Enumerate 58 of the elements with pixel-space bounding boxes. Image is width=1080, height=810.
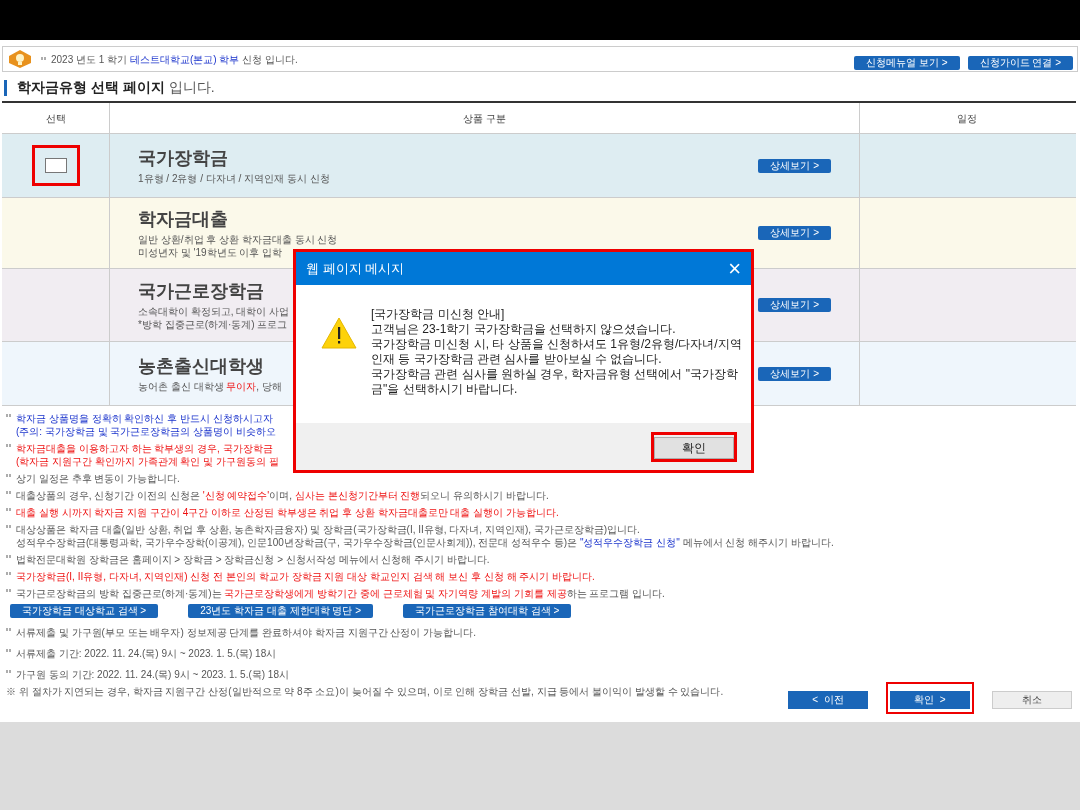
bullet-icon	[6, 649, 12, 655]
link-button[interactable]: 23년도 학자금 대출 제한대학 명단 >	[188, 604, 374, 618]
bullet-icon	[6, 670, 12, 676]
notice-text: 2023 년도 1 학기 테스트대학교(본교) 학부 신청 입니다.	[51, 52, 298, 67]
checkbox[interactable]	[44, 158, 67, 173]
detail-button[interactable]: 상세보기 >	[758, 366, 831, 381]
link-button[interactable]: 신청메뉴얼 보기 >	[854, 56, 960, 70]
dialog-message: [국가장학금 미신청 안내] 고객님은 23-1학기 국가장학금을 선택하지 않으셨습니다. 국가장학금 미신청 시, 타 상품을 신청하셔도 1유형/2유형/다자녀/지역인재 등 국가장학금 관련 심사를 받아보실 수 없습니다. 국가장학금 관련 심사를 원하실 경우, 학자금유형 선택에서 "국가장학금"을 선택하시기 바랍니다.	[371, 307, 743, 398]
footer-button[interactable]: 확인 >	[890, 690, 970, 709]
bullet-icon	[6, 508, 12, 514]
bullet-icon	[6, 474, 12, 480]
note-text: 국가장학금(I, II유형, 다자녀, 지역인재) 신청 전 본인의 학교가 장학금 지원 대상 학교인지 검색 해 보신 후 신청 해 주시기 바랍니다.	[16, 570, 595, 583]
bullet-icon	[6, 444, 12, 450]
footer-button[interactable]: 취소	[992, 690, 1072, 709]
close-button[interactable]: ×	[728, 257, 741, 280]
footer-button[interactable]: < 이전	[788, 690, 868, 709]
bullet-icon	[6, 589, 12, 595]
note-text: 대출상품의 경우, 신청기간 이전의 신청은 '신청 예약접수'이며, 심사는 본신청기간부터 진행되오니 유의하시기 바랍니다.	[16, 489, 549, 502]
detail-button[interactable]: 상세보기 >	[758, 158, 831, 173]
bullet-icon	[6, 555, 12, 561]
link-button[interactable]: 국가근로장학금 참여대학 검색 >	[403, 604, 572, 618]
bullet-icon	[6, 572, 12, 578]
bulb-icon	[7, 49, 33, 69]
note-text: 학자금 상품명을 정확히 확인하신 후 반드시 신청하시고자 (주의: 국가장학금 및 국가근로장학금의 상품명이 비슷하오	[16, 412, 276, 438]
detail-button[interactable]: 상세보기 >	[758, 298, 831, 312]
column-header: 상품 구분	[110, 103, 860, 133]
column-header: 일정	[956, 111, 978, 126]
product-description: 농어촌 출신 대학생 무이자, 당해	[138, 380, 282, 393]
note-text: 대출 실행 시까지 학자금 지원 구간이 4구간 이하로 산정된 학부생은 취업 후 상환 학자금대출로만 대출 실행이 가능합니다.	[16, 506, 559, 519]
bullet-icon	[6, 628, 12, 634]
warning-icon	[321, 317, 357, 349]
dialog-title: 웹 페이지 메시지	[306, 259, 405, 278]
note-text: 법학전문대학원 장학금은 홈페이지 > 장학금 > 장학금신청 > 신청서작성 메뉴에서 신청해 주시기 바랍니다.	[16, 553, 490, 566]
product-description: 일반 상환/취업 후 상환 학자금대출 동시 신청 미성년자 및 '19학년도 이후 입학	[138, 233, 338, 259]
ok-button[interactable]: 확인	[654, 436, 734, 459]
note-text: 서류제출 기간: 2022. 11. 24.(목) 9시 ~ 2023. 1. 5.(목) 18시	[16, 647, 277, 660]
bullet-icon	[41, 57, 47, 63]
product-description: 소속대학이 확정되고, 대학이 사업 *방학 집중근로(하계·동계) 프로그	[138, 305, 290, 331]
bullet-icon	[6, 525, 12, 531]
note-text: 학자금대출을 이용하고자 하는 학부생의 경우, 국가장학금 (학자금 지원구간 확인까지 가족관계 확인 및 가구원동의 필	[16, 442, 279, 468]
bullet-icon	[6, 491, 12, 497]
product-description: 1유형 / 2유형 / 다자녀 / 지역인재 동시 신청	[138, 172, 330, 185]
link-button[interactable]: 국가장학금 대상학교 검색 >	[10, 604, 159, 618]
product-title: 국가장학금	[138, 147, 229, 170]
bullet-icon	[6, 414, 12, 420]
page-title: 학자금유형 선택 페이지 입니다.	[17, 78, 215, 97]
warning-note: ※ 위 절차가 지연되는 경우, 학자금 지원구간 산정(일반적으로 약 8주 소요)이 늦어질 수 있으며, 이로 인해 장학금 선발, 지급 등에서 불이익이 발생할 수 있습니다.	[6, 685, 725, 698]
link-button[interactable]: 신청가이드 연결 >	[967, 56, 1073, 70]
note-text: 상기 일정은 추후 변동이 가능합니다.	[16, 472, 180, 485]
note-text: 국가근로장학금의 방학 집중근로(하계·동계)는 국가근로장학생에게 방학기간 중에 근로체험 및 자기역량 계발의 기회를 제공하는 프로그램 입니다.	[16, 587, 665, 600]
product-title: 학자금대출	[138, 208, 229, 231]
product-title: 농촌출신대학생	[138, 355, 265, 378]
product-title: 국가근로장학금	[138, 280, 265, 303]
note-text: 서류제출 및 가구원(부모 또는 배우자) 정보제공 단계를 완료하셔야 학자금 지원구간 산정이 가능합니다.	[16, 626, 476, 639]
detail-button[interactable]: 상세보기 >	[758, 226, 831, 240]
note-text: 대상상품은 학자금 대출(일반 상환, 취업 후 상환, 농촌학자금융자) 및 장학금(국가장학금(I, II유형, 다자녀, 지역인재), 국가근로장학금)입니다. 성적우수장학금(대통령과학, 국가우수장학(이공계), 인문100년장학금(구, 국가우수장학금(인문사회계)), 전문대 성적우수 등)은 "성적우수장학금 신청" 메뉴에서 신청 해주시기 바랍니다.	[16, 523, 834, 549]
column-header: 선택	[2, 103, 110, 133]
note-text: 가구원 동의 기간: 2022. 11. 24.(목) 9시 ~ 2023. 1. 5.(목) 18시	[16, 668, 289, 681]
